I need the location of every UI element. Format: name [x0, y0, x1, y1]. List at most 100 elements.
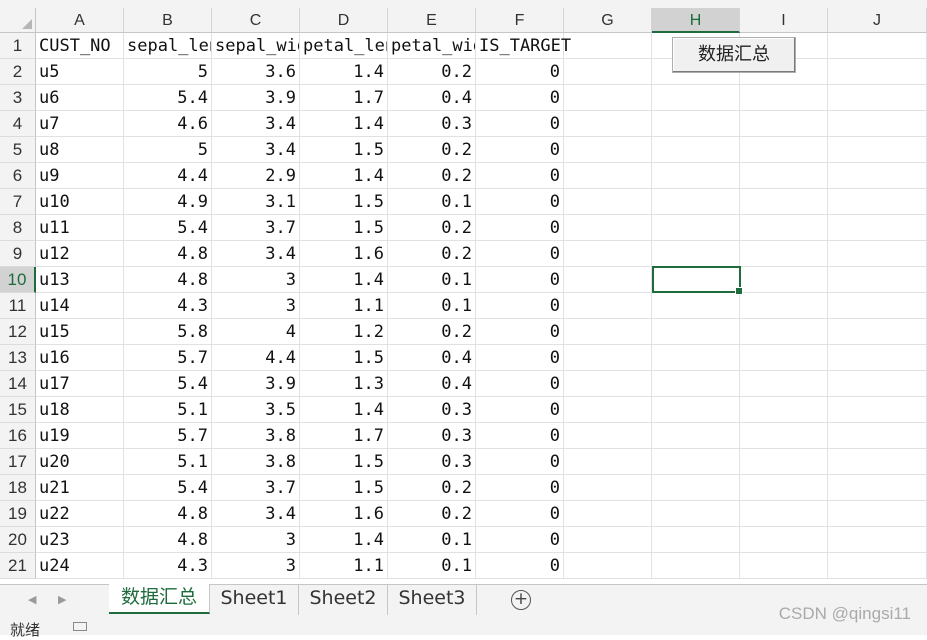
row-header-12[interactable]: 12 [0, 319, 36, 345]
cell-a10[interactable]: u13 [36, 267, 124, 293]
cell-j21[interactable] [828, 553, 927, 579]
cell-j15[interactable] [828, 397, 927, 423]
sheet-tab-0[interactable]: 数据汇总 [109, 584, 210, 614]
cell-c20[interactable]: 3 [212, 527, 300, 553]
cell-e21[interactable]: 0.1 [388, 553, 476, 579]
cell-c19[interactable]: 3.4 [212, 501, 300, 527]
cell-b9[interactable]: 4.8 [124, 241, 212, 267]
cell-b6[interactable]: 4.4 [124, 163, 212, 189]
cell-f5[interactable]: 0 [476, 137, 564, 163]
cell-f16[interactable]: 0 [476, 423, 564, 449]
cell-j6[interactable] [828, 163, 927, 189]
row-header-1[interactable]: 1 [0, 33, 36, 59]
row-header-7[interactable]: 7 [0, 189, 36, 215]
add-sheet-button[interactable]: + [511, 590, 531, 610]
cell-g21[interactable] [564, 553, 652, 579]
cell-b20[interactable]: 4.8 [124, 527, 212, 553]
spreadsheet-grid[interactable]: ABCDEFGHIJ 1CUST_NOsepal_lengthsepal_widt… [0, 0, 927, 584]
column-header-h[interactable]: H [652, 8, 740, 33]
cell-f6[interactable]: 0 [476, 163, 564, 189]
cell-i3[interactable] [740, 85, 828, 111]
cell-e3[interactable]: 0.4 [388, 85, 476, 111]
cell-d8[interactable]: 1.5 [300, 215, 388, 241]
cell-g7[interactable] [564, 189, 652, 215]
cell-b17[interactable]: 5.1 [124, 449, 212, 475]
cell-f2[interactable]: 0 [476, 59, 564, 85]
cell-h9[interactable] [652, 241, 740, 267]
row-header-18[interactable]: 18 [0, 475, 36, 501]
cell-a9[interactable]: u12 [36, 241, 124, 267]
cell-e17[interactable]: 0.3 [388, 449, 476, 475]
cell-h11[interactable] [652, 293, 740, 319]
cell-e6[interactable]: 0.2 [388, 163, 476, 189]
cell-g8[interactable] [564, 215, 652, 241]
cell-a12[interactable]: u15 [36, 319, 124, 345]
cell-h19[interactable] [652, 501, 740, 527]
cell-i9[interactable] [740, 241, 828, 267]
column-header-b[interactable]: B [124, 8, 212, 33]
cell-h21[interactable] [652, 553, 740, 579]
cell-a11[interactable]: u14 [36, 293, 124, 319]
cell-d14[interactable]: 1.3 [300, 371, 388, 397]
cell-f7[interactable]: 0 [476, 189, 564, 215]
row-header-14[interactable]: 14 [0, 371, 36, 397]
cell-f12[interactable]: 0 [476, 319, 564, 345]
sheet-tab-3[interactable]: Sheet3 [388, 585, 477, 615]
row-header-8[interactable]: 8 [0, 215, 36, 241]
cell-c8[interactable]: 3.7 [212, 215, 300, 241]
cell-b2[interactable]: 5 [124, 59, 212, 85]
cell-f15[interactable]: 0 [476, 397, 564, 423]
cell-j9[interactable] [828, 241, 927, 267]
cell-d18[interactable]: 1.5 [300, 475, 388, 501]
cell-h3[interactable] [652, 85, 740, 111]
cell-i14[interactable] [740, 371, 828, 397]
cell-i11[interactable] [740, 293, 828, 319]
cell-g19[interactable] [564, 501, 652, 527]
cell-c11[interactable]: 3 [212, 293, 300, 319]
cell-d15[interactable]: 1.4 [300, 397, 388, 423]
cell-j1[interactable] [828, 33, 927, 59]
cell-i21[interactable] [740, 553, 828, 579]
row-header-2[interactable]: 2 [0, 59, 36, 85]
cell-d6[interactable]: 1.4 [300, 163, 388, 189]
cell-b5[interactable]: 5 [124, 137, 212, 163]
cell-c9[interactable]: 3.4 [212, 241, 300, 267]
cell-a2[interactable]: u5 [36, 59, 124, 85]
select-all-corner[interactable] [0, 8, 36, 33]
cell-a6[interactable]: u9 [36, 163, 124, 189]
column-header-g[interactable]: G [564, 8, 652, 33]
cell-i17[interactable] [740, 449, 828, 475]
cell-a17[interactable]: u20 [36, 449, 124, 475]
cell-j10[interactable] [828, 267, 927, 293]
cell-g10[interactable] [564, 267, 652, 293]
cell-c16[interactable]: 3.8 [212, 423, 300, 449]
cell-c4[interactable]: 3.4 [212, 111, 300, 137]
cell-f11[interactable]: 0 [476, 293, 564, 319]
summarize-data-button[interactable]: 数据汇总 [672, 37, 796, 73]
cell-i12[interactable] [740, 319, 828, 345]
cell-b18[interactable]: 5.4 [124, 475, 212, 501]
cell-c7[interactable]: 3.1 [212, 189, 300, 215]
cell-e12[interactable]: 0.2 [388, 319, 476, 345]
cell-e19[interactable]: 0.2 [388, 501, 476, 527]
cell-c1[interactable]: sepal_width [212, 33, 300, 59]
cell-h20[interactable] [652, 527, 740, 553]
cell-j19[interactable] [828, 501, 927, 527]
cell-a7[interactable]: u10 [36, 189, 124, 215]
cell-j18[interactable] [828, 475, 927, 501]
sheet-tab-1[interactable]: Sheet1 [210, 585, 299, 615]
column-header-i[interactable]: I [740, 8, 828, 33]
cell-g2[interactable] [564, 59, 652, 85]
cell-j5[interactable] [828, 137, 927, 163]
tab-scroll-right-icon[interactable]: ▶ [58, 593, 66, 606]
cell-a15[interactable]: u18 [36, 397, 124, 423]
row-header-4[interactable]: 4 [0, 111, 36, 137]
cell-b8[interactable]: 5.4 [124, 215, 212, 241]
cell-g9[interactable] [564, 241, 652, 267]
row-header-19[interactable]: 19 [0, 501, 36, 527]
cell-d9[interactable]: 1.6 [300, 241, 388, 267]
cell-e7[interactable]: 0.1 [388, 189, 476, 215]
cell-e2[interactable]: 0.2 [388, 59, 476, 85]
cell-a19[interactable]: u22 [36, 501, 124, 527]
cell-g6[interactable] [564, 163, 652, 189]
